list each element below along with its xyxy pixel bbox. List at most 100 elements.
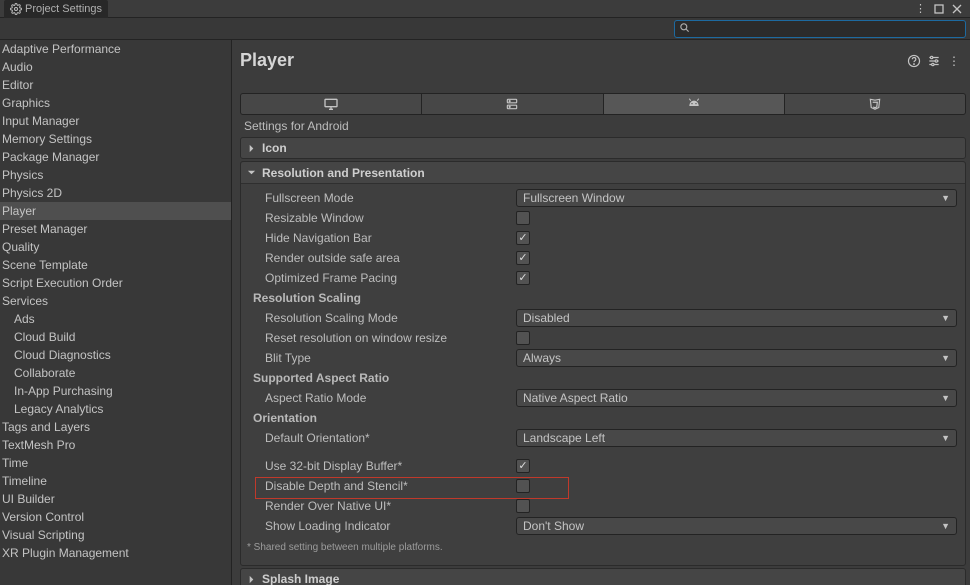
sidebar-item-quality[interactable]: Quality xyxy=(0,238,231,256)
label-aspect-ratio-mode: Aspect Ratio Mode xyxy=(261,391,516,405)
help-icon[interactable] xyxy=(906,53,922,69)
row-disable-depth-stencil: Disable Depth and Stencil* xyxy=(241,476,965,496)
row-blit-type: Blit Type Always ▼ xyxy=(241,348,965,368)
settings-platform-caption: Settings for Android xyxy=(240,115,966,137)
label-render-outside-safe: Render outside safe area xyxy=(261,251,516,265)
sidebar-item-xr-plugin-management[interactable]: XR Plugin Management xyxy=(0,544,231,562)
checkbox-render-over-native[interactable] xyxy=(516,499,530,513)
sidebar-item-ads[interactable]: Ads xyxy=(0,310,231,328)
panel-scroll[interactable]: Settings for Android Icon Resolution and… xyxy=(232,77,970,585)
label-resizable-window: Resizable Window xyxy=(261,211,516,225)
checkbox-render-outside-safe[interactable] xyxy=(516,251,530,265)
search-input[interactable] xyxy=(694,22,961,36)
checkbox-resizable-window[interactable] xyxy=(516,211,530,225)
label-resolution-scaling-mode: Resolution Scaling Mode xyxy=(261,311,516,325)
platform-tab-webgl[interactable] xyxy=(784,93,966,115)
platform-tab-android[interactable] xyxy=(603,93,785,115)
page-title: Player xyxy=(240,50,294,71)
dropdown-aspect-ratio-mode-value: Native Aspect Ratio xyxy=(523,391,941,405)
sidebar-item-in-app-purchasing[interactable]: In-App Purchasing xyxy=(0,382,231,400)
window-titlebar: Project Settings ⋮ xyxy=(0,0,970,18)
dropdown-resolution-scaling-mode[interactable]: Disabled ▼ xyxy=(516,309,957,327)
close-icon[interactable] xyxy=(948,4,966,14)
sidebar-item-collaborate[interactable]: Collaborate xyxy=(0,364,231,382)
kebab-icon[interactable]: ⋮ xyxy=(946,53,962,69)
main-panel: Player ⋮ xyxy=(232,40,970,585)
sidebar-item-time[interactable]: Time xyxy=(0,454,231,472)
row-use-32bit: Use 32-bit Display Buffer* xyxy=(241,456,965,476)
sidebar-item-physics[interactable]: Physics xyxy=(0,166,231,184)
platform-tabs xyxy=(240,93,966,115)
window-tab[interactable]: Project Settings xyxy=(4,0,108,18)
checkbox-use-32bit[interactable] xyxy=(516,459,530,473)
preset-icon[interactable] xyxy=(926,53,942,69)
foldout-splash[interactable]: Splash Image xyxy=(240,568,966,585)
sidebar-item-player[interactable]: Player xyxy=(0,202,231,220)
subhead-resolution-scaling: Resolution Scaling xyxy=(241,288,965,308)
sidebar-item-package-manager[interactable]: Package Manager xyxy=(0,148,231,166)
foldout-icon[interactable]: Icon xyxy=(240,137,966,159)
sidebar-item-ui-builder[interactable]: UI Builder xyxy=(0,490,231,508)
foldout-resolution[interactable]: Resolution and Presentation xyxy=(241,162,965,184)
platform-tab-standalone[interactable] xyxy=(240,93,422,115)
sidebar-item-timeline[interactable]: Timeline xyxy=(0,472,231,490)
shared-settings-note: * Shared setting between multiple platfo… xyxy=(241,536,965,559)
sidebar-item-adaptive-performance[interactable]: Adaptive Performance xyxy=(0,40,231,58)
sidebar-item-input-manager[interactable]: Input Manager xyxy=(0,112,231,130)
sidebar-item-audio[interactable]: Audio xyxy=(0,58,231,76)
sidebar-item-visual-scripting[interactable]: Visual Scripting xyxy=(0,526,231,544)
sidebar-item-preset-manager[interactable]: Preset Manager xyxy=(0,220,231,238)
sidebar-item-memory-settings[interactable]: Memory Settings xyxy=(0,130,231,148)
dropdown-aspect-ratio-mode[interactable]: Native Aspect Ratio ▼ xyxy=(516,389,957,407)
sidebar-item-legacy-analytics[interactable]: Legacy Analytics xyxy=(0,400,231,418)
chevron-down-icon: ▼ xyxy=(941,193,950,203)
sidebar-item-script-execution-order[interactable]: Script Execution Order xyxy=(0,274,231,292)
dropdown-blit-type[interactable]: Always ▼ xyxy=(516,349,957,367)
label-render-over-native: Render Over Native UI* xyxy=(261,499,516,513)
kebab-icon[interactable]: ⋮ xyxy=(911,2,930,15)
chevron-right-icon xyxy=(247,575,256,584)
chevron-down-icon: ▼ xyxy=(941,393,950,403)
checkbox-optimized-frame-pacing[interactable] xyxy=(516,271,530,285)
row-aspect-ratio-mode: Aspect Ratio Mode Native Aspect Ratio ▼ xyxy=(241,388,965,408)
checkbox-hide-nav[interactable] xyxy=(516,231,530,245)
sidebar-item-version-control[interactable]: Version Control xyxy=(0,508,231,526)
chevron-right-icon xyxy=(247,144,256,153)
sidebar-item-graphics[interactable]: Graphics xyxy=(0,94,231,112)
checkbox-disable-depth-stencil[interactable] xyxy=(516,479,530,493)
dropdown-default-orientation-value: Landscape Left xyxy=(523,431,941,445)
sidebar-item-services[interactable]: Services xyxy=(0,292,231,310)
subhead-supported-aspect: Supported Aspect Ratio xyxy=(241,368,965,388)
subhead-orientation-label: Orientation xyxy=(249,411,317,425)
dropdown-fullscreen-mode[interactable]: Fullscreen Window ▼ xyxy=(516,189,957,207)
row-default-orientation: Default Orientation* Landscape Left ▼ xyxy=(241,428,965,448)
platform-tab-dedicated-server[interactable] xyxy=(421,93,603,115)
dropdown-default-orientation[interactable]: Landscape Left ▼ xyxy=(516,429,957,447)
search-input-container[interactable] xyxy=(674,20,966,38)
sidebar-item-scene-template[interactable]: Scene Template xyxy=(0,256,231,274)
sidebar-item-physics-2d[interactable]: Physics 2D xyxy=(0,184,231,202)
row-resolution-scaling-mode: Resolution Scaling Mode Disabled ▼ xyxy=(241,308,965,328)
row-fullscreen-mode: Fullscreen Mode Fullscreen Window ▼ xyxy=(241,188,965,208)
checkbox-reset-on-resize[interactable] xyxy=(516,331,530,345)
foldout-icon-label: Icon xyxy=(262,141,287,155)
sidebar-item-editor[interactable]: Editor xyxy=(0,76,231,94)
row-hide-nav: Hide Navigation Bar xyxy=(241,228,965,248)
label-reset-on-resize: Reset resolution on window resize xyxy=(261,331,516,345)
sidebar-item-textmesh-pro[interactable]: TextMesh Pro xyxy=(0,436,231,454)
row-render-over-native: Render Over Native UI* xyxy=(241,496,965,516)
label-optimized-frame-pacing: Optimized Frame Pacing xyxy=(261,271,516,285)
sidebar[interactable]: Adaptive PerformanceAudioEditorGraphicsI… xyxy=(0,40,232,585)
window-tab-label: Project Settings xyxy=(25,3,102,15)
label-disable-depth-stencil: Disable Depth and Stencil* xyxy=(261,479,516,493)
label-show-loading: Show Loading Indicator xyxy=(261,519,516,533)
panel-header: Player ⋮ xyxy=(232,40,970,77)
dropdown-show-loading[interactable]: Don't Show ▼ xyxy=(516,517,957,535)
sidebar-item-cloud-build[interactable]: Cloud Build xyxy=(0,328,231,346)
sidebar-item-cloud-diagnostics[interactable]: Cloud Diagnostics xyxy=(0,346,231,364)
label-blit-type: Blit Type xyxy=(261,351,516,365)
maximize-icon[interactable] xyxy=(930,4,948,14)
chevron-down-icon: ▼ xyxy=(941,433,950,443)
sidebar-item-tags-and-layers[interactable]: Tags and Layers xyxy=(0,418,231,436)
dropdown-resolution-scaling-mode-value: Disabled xyxy=(523,311,941,325)
